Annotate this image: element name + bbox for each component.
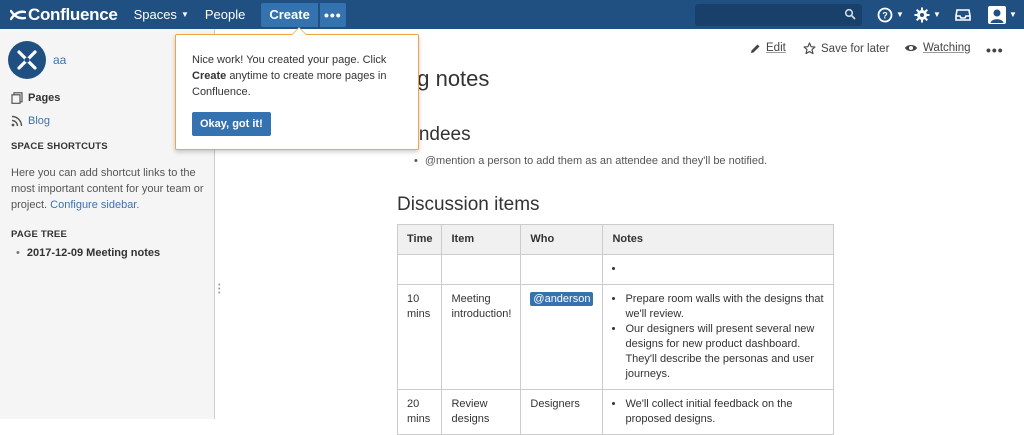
notes-cell[interactable]: [602, 254, 834, 285]
space-avatar[interactable]: [8, 41, 46, 79]
ellipsis-icon: •••: [323, 6, 342, 23]
settings-menu[interactable]: ▼: [914, 0, 941, 29]
shortcuts-help-text: Here you can add shortcut links to the m…: [11, 165, 206, 213]
sidebar-item-blog[interactable]: Blog: [11, 115, 50, 127]
spaces-label: Spaces: [133, 7, 177, 22]
eye-icon: [905, 45, 917, 51]
time-cell[interactable]: [396, 254, 443, 285]
spaces-menu[interactable]: Spaces ▼: [134, 0, 189, 29]
note-item: [625, 262, 824, 277]
space-shortcuts-heading: SPACE SHORTCUTS: [11, 141, 108, 152]
edit-button[interactable]: Edit: [750, 42, 786, 54]
people-label: People: [204, 7, 246, 22]
who-cell[interactable]: [520, 254, 604, 285]
search-icon: [844, 8, 856, 20]
chevron-down-icon: ▼: [1009, 10, 1017, 19]
create-label: Create: [269, 7, 310, 22]
sidebar-resize-handle[interactable]: • • •: [218, 282, 220, 297]
who-cell[interactable]: @anderson: [520, 284, 604, 390]
who-cell[interactable]: Designers: [520, 389, 604, 435]
help-icon: ?: [877, 7, 893, 22]
item-cell[interactable]: Meeting introduction!: [441, 284, 522, 390]
edit-label: Edit: [766, 42, 786, 54]
notifications-button[interactable]: [955, 0, 971, 29]
column-header-time: Time: [396, 224, 443, 255]
dialog-arrow: [291, 27, 307, 35]
note-item: We'll collect initial feedback on the pr…: [625, 397, 824, 427]
page-tree-heading: PAGE TREE: [11, 229, 67, 240]
gear-icon: [914, 7, 930, 22]
notes-cell[interactable]: Prepare room walls with the designs that…: [602, 284, 834, 390]
more-actions-button[interactable]: •••: [986, 42, 1004, 58]
space-logo-icon: [17, 50, 37, 70]
rss-icon: [11, 115, 23, 127]
chevron-down-icon: ▼: [180, 10, 189, 19]
create-more-button[interactable]: •••: [319, 2, 346, 27]
top-navigation-bar: Confluence Spaces ▼ People Create ••• ? …: [0, 0, 1024, 29]
attendee-hint: @mention a person to add them as an atte…: [414, 155, 767, 167]
save-for-later-button[interactable]: Save for later: [803, 42, 889, 55]
star-icon: [803, 42, 816, 55]
note-item: Our designers will present several new d…: [625, 322, 824, 382]
dialog-text-part: Nice work! You created your page. Click: [192, 54, 387, 66]
create-tip-dialog: Nice work! You created your page. Click …: [175, 27, 419, 150]
ellipsis-icon: •••: [986, 42, 1004, 58]
save-for-later-label: Save for later: [821, 42, 890, 55]
confluence-logo[interactable]: Confluence: [10, 5, 118, 25]
chevron-down-icon: ▼: [933, 10, 941, 19]
column-header-who: Who: [520, 224, 604, 255]
user-menu[interactable]: ▼: [988, 0, 1017, 29]
column-header-item: Item: [441, 224, 522, 255]
svg-text:?: ?: [882, 10, 888, 20]
pencil-icon: [751, 44, 760, 53]
dialog-message: Nice work! You created your page. Click …: [192, 52, 407, 100]
table-row: 10 mins Meeting introduction! @anderson …: [396, 284, 834, 390]
note-item: Prepare room walls with the designs that…: [625, 292, 824, 322]
time-cell[interactable]: 20 mins: [396, 389, 443, 435]
watching-label: Watching: [923, 42, 971, 54]
discussion-table: Time Item Who Notes 10 mins Meeting intr…: [396, 224, 834, 435]
table-row: 20 mins Review designs Designers We'll c…: [396, 389, 834, 435]
sidebar-item-label: Blog: [28, 115, 51, 127]
confluence-logo-text: Confluence: [28, 4, 118, 24]
okay-got-it-button[interactable]: Okay, got it!: [192, 112, 271, 136]
search-input[interactable]: [695, 4, 862, 26]
dialog-text-bold: Create: [192, 70, 227, 82]
pages-icon: [11, 92, 23, 104]
table-row: [396, 254, 834, 285]
item-cell[interactable]: Review designs: [441, 389, 522, 435]
notes-cell[interactable]: We'll collect initial feedback on the pr…: [602, 389, 834, 435]
space-name-link[interactable]: aa: [53, 53, 66, 67]
configure-sidebar-link[interactable]: Configure sidebar.: [50, 199, 139, 211]
column-header-notes: Notes: [602, 224, 834, 255]
create-button[interactable]: Create: [261, 2, 318, 27]
help-menu[interactable]: ? ▼: [877, 0, 904, 29]
people-link[interactable]: People: [205, 0, 245, 29]
confluence-logo-icon: [10, 9, 26, 20]
discussion-items-heading: Discussion items: [397, 194, 540, 215]
page-tree-item[interactable]: 2017-12-09 Meeting notes: [16, 247, 160, 259]
chevron-down-icon: ▼: [896, 10, 904, 19]
avatar-icon: [988, 5, 1006, 24]
item-cell[interactable]: [441, 254, 522, 285]
watching-button[interactable]: Watching: [904, 42, 971, 54]
user-mention[interactable]: @anderson: [530, 292, 594, 306]
sidebar-item-label: Pages: [28, 92, 61, 104]
table-header-row: Time Item Who Notes: [396, 224, 834, 255]
time-cell[interactable]: 10 mins: [396, 284, 443, 390]
sidebar-item-pages[interactable]: Pages: [11, 92, 60, 104]
inbox-icon: [955, 8, 971, 21]
